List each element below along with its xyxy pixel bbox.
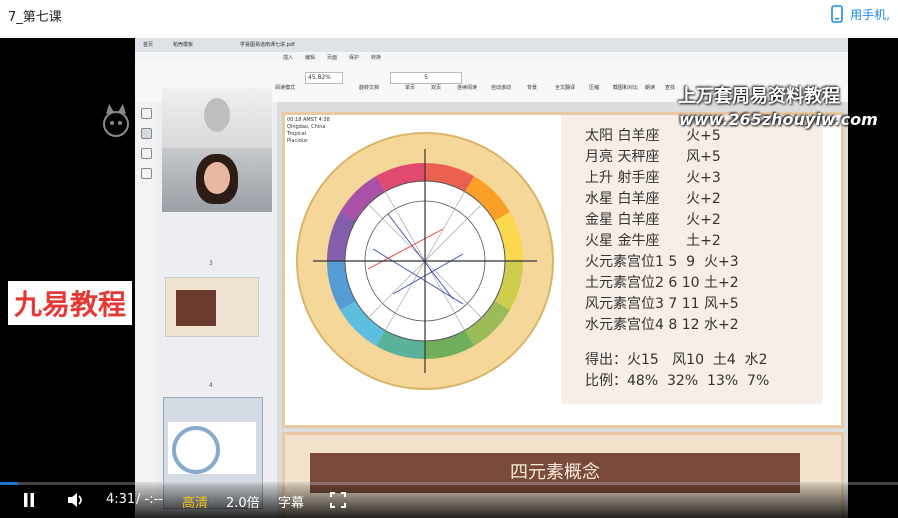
element-summary-panel: 太阳 白羊座 火+5 月亮 天秤座 风+5 上升 射手座 火+3 水星 白羊座 …: [561, 115, 823, 404]
pause-icon[interactable]: [22, 492, 36, 508]
tab-document[interactable]: 学易图易道南课七讲.pdf: [240, 41, 295, 48]
info-line-10: 水元素宫位4 8 12 水+2: [585, 317, 739, 333]
webcam-presenter: [162, 148, 272, 212]
info-line-4: 水星 白羊座 火+2: [585, 191, 721, 207]
left-rail: [135, 102, 158, 518]
read-aloud-button[interactable]: 朗读: [645, 84, 655, 91]
player-controls: 4:31 / -:-- 高清 2.0倍 字幕: [0, 482, 898, 518]
cat-logo-icon: [103, 104, 129, 137]
double-page-button[interactable]: 双页: [431, 84, 441, 91]
reading-mode-button[interactable]: 阅读模式: [275, 84, 295, 91]
phone-button[interactable]: 用手机,: [830, 5, 890, 23]
search-icon[interactable]: [141, 168, 152, 179]
compress-button[interactable]: 压缩: [589, 84, 599, 91]
ribbon-protect[interactable]: 保护: [349, 54, 359, 61]
info-line-5: 金星 白羊座 火+2: [585, 212, 721, 228]
single-page-button[interactable]: 单页: [405, 84, 415, 91]
info-line-6: 火星 金牛座 土+2: [585, 233, 721, 249]
auto-scroll-button[interactable]: 自动滚动: [491, 84, 511, 91]
phone-label: 用手机,: [850, 7, 890, 22]
volume-icon[interactable]: [66, 491, 86, 509]
tab-templates[interactable]: 稻壳模板: [173, 41, 193, 48]
duration: / -:--: [136, 492, 163, 507]
ribbon-convert[interactable]: 转换: [371, 54, 381, 61]
page-view[interactable]: 00:18 AMST 4:38 Qingdao, China Tropical …: [277, 102, 848, 518]
info-line-7: 火元素宫位1 5 9 火+3: [585, 254, 739, 270]
fullscreen-icon[interactable]: [330, 492, 346, 508]
page-input[interactable]: 5: [390, 72, 462, 84]
translate-button[interactable]: 全文翻译: [555, 84, 575, 91]
webcam-top: [162, 88, 272, 148]
thumbnail-slide-5: [168, 422, 256, 474]
info-line-3: 上升 射手座 火+3: [585, 170, 721, 186]
pdf-slide: 00:18 AMST 4:38 Qingdao, China Tropical …: [282, 112, 844, 428]
info-line-9: 风元素宫位3 7 11 风+5: [585, 296, 739, 312]
astrology-wheel: [296, 132, 554, 390]
continuous-button[interactable]: 连续阅读: [457, 84, 477, 91]
info-line-2: 月亮 天秤座 风+5: [585, 149, 721, 165]
summary-line-2: 比例：48% 32% 13% 7%: [585, 373, 770, 389]
thumbnail-label-4: 4: [209, 382, 213, 389]
current-time: 4:31: [106, 492, 136, 507]
video-title: 7_第七课: [8, 10, 62, 25]
thumbnail-table: [176, 290, 216, 326]
presenter-face: [204, 162, 230, 194]
reader-tabs: 首页 稻壳模板 学易图易道南课七讲.pdf: [135, 38, 848, 52]
subtitle-button[interactable]: 字幕: [278, 492, 304, 511]
ribbon-page[interactable]: 页面: [327, 54, 337, 61]
watermark-url: www.265zhouyiw.com: [679, 110, 878, 129]
watermark-title: 上万套周易资料教程: [678, 86, 840, 107]
top-bar: 7_第七课 用手机,: [0, 0, 898, 30]
find-button[interactable]: 查找: [665, 84, 675, 91]
reader-ribbon: 插入 编辑 页面 保护 转换: [135, 52, 848, 62]
annotation-icon[interactable]: [141, 148, 152, 159]
phone-icon: [831, 5, 843, 23]
ribbon-edit[interactable]: 编辑: [305, 54, 315, 61]
rotate-button[interactable]: 旋转文档: [359, 84, 379, 91]
video-player[interactable]: 首页 稻壳模板 学易图易道南课七讲.pdf 插入 编辑 页面 保护 转换 阅读模…: [0, 38, 898, 518]
thumbnail-page-4[interactable]: [165, 277, 259, 337]
webcam-person-1: [204, 98, 230, 132]
speed-button[interactable]: 2.0倍: [226, 492, 260, 511]
zoom-input[interactable]: 45.82%: [305, 72, 343, 84]
tab-home[interactable]: 首页: [143, 41, 153, 48]
info-line-8: 土元素宫位2 6 10 土+2: [585, 275, 739, 291]
thumbnail-label-3: 3: [209, 260, 213, 267]
summary-line-1: 得出：火15 风10 土4 水2: [585, 352, 768, 368]
channel-logo: 九易教程: [8, 281, 133, 325]
chart-header-time: 00:18 AMST 4:38: [287, 117, 330, 123]
screenshot-compare-button[interactable]: 截图和对比: [613, 84, 638, 91]
quality-button[interactable]: 高清: [182, 492, 208, 511]
background-button[interactable]: 背景: [527, 84, 537, 91]
ribbon-insert[interactable]: 插入: [283, 54, 293, 61]
thumbnail-wheel: [172, 426, 220, 474]
